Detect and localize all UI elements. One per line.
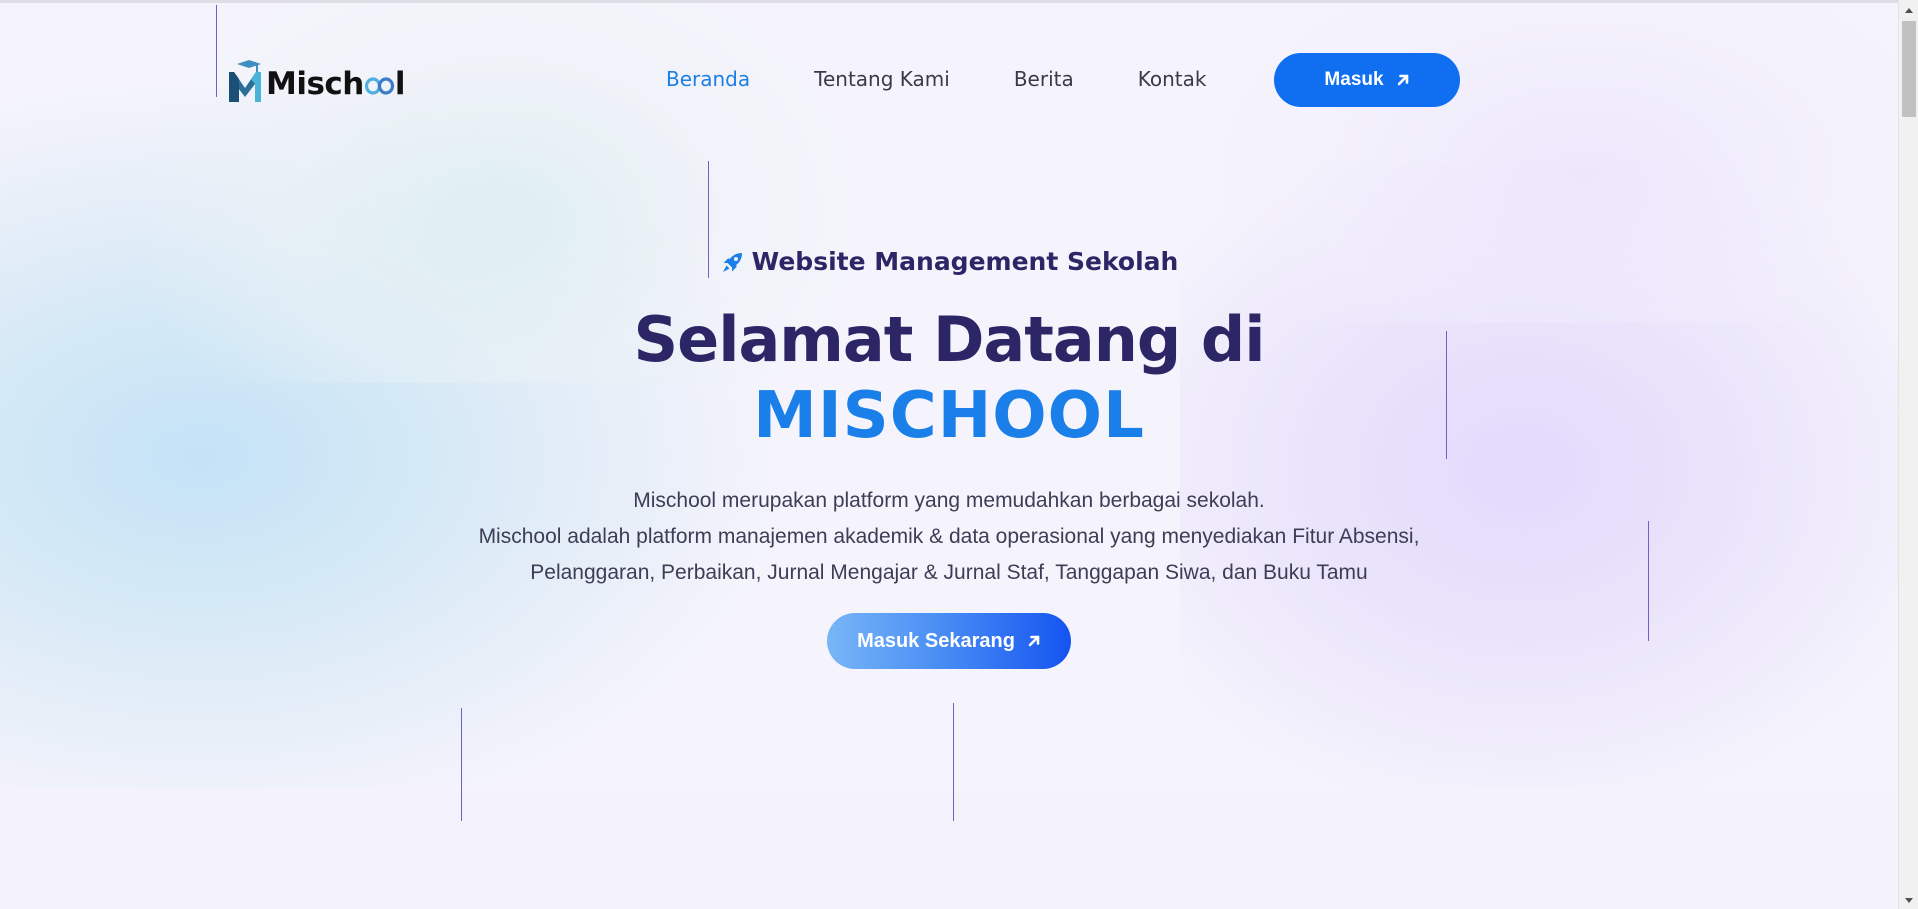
nav-link-berita[interactable]: Berita xyxy=(1014,67,1074,91)
scroll-up-icon[interactable] xyxy=(1899,2,1918,19)
hero-description-line: Mischool adalah platform manajemen akade… xyxy=(478,525,1420,548)
scroll-down-icon[interactable] xyxy=(1899,892,1918,909)
arrow-up-right-icon xyxy=(1028,635,1040,647)
brand-logo[interactable]: Misch l xyxy=(226,59,406,105)
decorative-line xyxy=(461,708,462,821)
login-button[interactable]: Masuk xyxy=(1274,53,1460,107)
hero-tagline: Website Management Sekolah xyxy=(0,247,1898,276)
nav-link-tentang-kami[interactable]: Tentang Kami xyxy=(814,67,950,91)
arrow-up-right-icon xyxy=(1397,74,1408,86)
hero-headline-accent: MISCHOOL xyxy=(753,379,1145,453)
hero-headline: Selamat Datang di xyxy=(633,303,1266,376)
page-viewport: Misch l Beranda Tentang Kami Berita Konta… xyxy=(0,0,1898,909)
navbar: Misch l Beranda Tentang Kami Berita Konta… xyxy=(0,3,1898,153)
brand-name: Misch l xyxy=(266,66,406,102)
scrollbar-thumb[interactable] xyxy=(1902,21,1916,117)
hero-description-line: Pelanggaran, Perbaikan, Jurnal Mengajar … xyxy=(530,561,1368,584)
main-menu: Beranda Tentang Kami Berita Kontak xyxy=(666,67,1206,91)
brand-name-prefix: Misch xyxy=(266,66,364,102)
rocket-icon xyxy=(722,252,742,272)
background-bottom-band xyxy=(0,788,1898,909)
infinity-icon xyxy=(364,77,394,95)
hero-description: Mischool merupakan platform yang memudah… xyxy=(0,483,1898,591)
mischool-logo-icon xyxy=(229,60,261,102)
brand-name-suffix: l xyxy=(394,66,406,102)
hero-description-line: Mischool merupakan platform yang memudah… xyxy=(633,489,1265,512)
login-button-label: Masuk xyxy=(1324,69,1384,90)
nav-link-beranda[interactable]: Beranda xyxy=(666,67,750,91)
decorative-line xyxy=(953,703,954,821)
nav-link-kontak[interactable]: Kontak xyxy=(1138,67,1207,91)
vertical-scrollbar[interactable] xyxy=(1898,0,1918,909)
login-now-button-label: Masuk Sekarang xyxy=(857,629,1015,652)
hero-tagline-text: Website Management Sekolah xyxy=(751,247,1179,276)
login-now-button[interactable]: Masuk Sekarang xyxy=(827,613,1071,669)
